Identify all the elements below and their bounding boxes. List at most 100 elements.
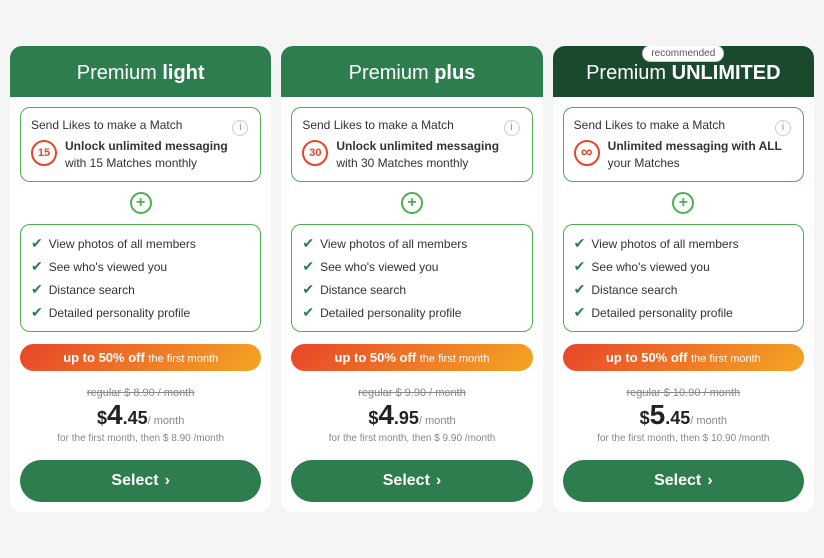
check-icon-plus-3: ✔: [302, 304, 314, 321]
regular-price-unlimited: regular $ 10.90 / month: [563, 387, 804, 399]
feature-text-unlimited: Unlimited messaging with ALL your Matche…: [608, 138, 793, 172]
feature-label-plus-3: Detailed personality profile: [320, 306, 461, 320]
select-button-unlimited[interactable]: Select ›: [563, 460, 804, 502]
top-features-box-plus: Send Likes to make a Match 30 Unlock unl…: [291, 107, 532, 183]
feature-item-unlimited-3: ✔ Detailed personality profile: [574, 304, 793, 321]
plus-circle-light: +: [130, 192, 152, 214]
check-icon-plus-2: ✔: [302, 281, 314, 298]
select-label-plus: Select: [383, 472, 430, 490]
card-body-unlimited: Send Likes to make a Match ∞ Unlimited m…: [553, 97, 814, 513]
select-label-unlimited: Select: [654, 472, 701, 490]
feature-label-plus-0: View photos of all members: [320, 237, 467, 251]
card-title-light: Premium light: [22, 62, 259, 85]
check-icon-plus-1: ✔: [302, 258, 314, 275]
discount-badge-light: up to 50% off the first month: [20, 344, 261, 371]
card-body-light: Send Likes to make a Match 15 Unlock unl…: [10, 97, 271, 513]
main-price-light: $4.45/ month: [20, 399, 261, 431]
per-month-unlimited: / month: [690, 415, 727, 427]
check-icon-unlimited-0: ✔: [574, 235, 586, 252]
chevron-icon-unlimited: ›: [707, 472, 712, 490]
select-label-light: Select: [111, 472, 158, 490]
card-header-light: Premium light: [10, 46, 271, 97]
dollar-sign-light: $: [97, 408, 107, 428]
features-list-plus: ✔ View photos of all members ✔ See who's…: [291, 224, 532, 332]
feature-label-unlimited-2: Distance search: [591, 283, 677, 297]
per-month-plus: / month: [419, 415, 456, 427]
feature-item-unlimited-1: ✔ See who's viewed you: [574, 258, 793, 275]
pricing-section-unlimited: regular $ 10.90 / month $5.45/ month for…: [563, 383, 804, 448]
send-likes-text-plus: Send Likes to make a Match: [302, 118, 521, 132]
check-icon-unlimited-2: ✔: [574, 281, 586, 298]
feature-label-unlimited-0: View photos of all members: [591, 237, 738, 251]
chevron-icon-plus: ›: [436, 472, 441, 490]
send-likes-row-light: Send Likes to make a Match 15 Unlock unl…: [31, 118, 250, 172]
circle-num-plus: 30: [302, 140, 328, 166]
then-price-light: for the first month, then $ 8.90 /month: [20, 433, 261, 444]
plus-divider-plus: +: [291, 192, 532, 214]
dollar-sign-plus: $: [368, 408, 378, 428]
plus-circle-unlimited: +: [672, 192, 694, 214]
feature-item-light-2: ✔ Distance search: [31, 281, 250, 298]
card-title-plus: Premium plus: [293, 62, 530, 85]
dollar-sign-unlimited: $: [640, 408, 650, 428]
feature-label-light-1: See who's viewed you: [49, 260, 167, 274]
feature-label-light-3: Detailed personality profile: [49, 306, 190, 320]
main-price-unlimited: $5.45/ month: [563, 399, 804, 431]
circle-num-light: 15: [31, 140, 57, 166]
info-icon-light[interactable]: i: [232, 120, 248, 136]
feature-label-light-2: Distance search: [49, 283, 135, 297]
feature-item-plus-1: ✔ See who's viewed you: [302, 258, 521, 275]
chevron-icon-light: ›: [165, 472, 170, 490]
send-likes-text-unlimited: Send Likes to make a Match: [574, 118, 793, 132]
features-list-light: ✔ View photos of all members ✔ See who's…: [20, 224, 261, 332]
then-price-unlimited: for the first month, then $ 10.90 /month: [563, 433, 804, 444]
feature-item-light-0: ✔ View photos of all members: [31, 235, 250, 252]
select-button-light[interactable]: Select ›: [20, 460, 261, 502]
card-light: Premium light Send Likes to make a Match…: [10, 46, 271, 513]
recommended-badge: recommended: [642, 46, 724, 62]
check-icon-unlimited-3: ✔: [574, 304, 586, 321]
feature-item-light-3: ✔ Detailed personality profile: [31, 304, 250, 321]
check-icon-light-3: ✔: [31, 304, 43, 321]
card-title-unlimited: Premium UNLIMITED: [565, 62, 802, 85]
check-icon-unlimited-1: ✔: [574, 258, 586, 275]
top-features-box-unlimited: Send Likes to make a Match ∞ Unlimited m…: [563, 107, 804, 183]
card-unlimited: recommended Premium UNLIMITED Send Likes…: [553, 46, 814, 513]
send-likes-text-light: Send Likes to make a Match: [31, 118, 250, 132]
feature-item-plus-0: ✔ View photos of all members: [302, 235, 521, 252]
regular-price-plus: regular $ 9.90 / month: [291, 387, 532, 399]
plus-divider-light: +: [20, 192, 261, 214]
circle-num-unlimited: ∞: [574, 140, 600, 166]
feature-item-plus-3: ✔ Detailed personality profile: [302, 304, 521, 321]
feature-label-light-0: View photos of all members: [49, 237, 196, 251]
then-price-plus: for the first month, then $ 9.90 /month: [291, 433, 532, 444]
discount-badge-plus: up to 50% off the first month: [291, 344, 532, 371]
select-button-plus[interactable]: Select ›: [291, 460, 532, 502]
send-likes-row-plus: Send Likes to make a Match 30 Unlock unl…: [302, 118, 521, 172]
feature-item-unlimited-2: ✔ Distance search: [574, 281, 793, 298]
feature-label-plus-1: See who's viewed you: [320, 260, 438, 274]
check-icon-light-2: ✔: [31, 281, 43, 298]
info-icon-plus[interactable]: i: [504, 120, 520, 136]
feature-text-plus: Unlock unlimited messaging with 30 Match…: [336, 138, 521, 172]
feature-text-light: Unlock unlimited messaging with 15 Match…: [65, 138, 250, 172]
feature-label-unlimited-3: Detailed personality profile: [591, 306, 732, 320]
card-body-plus: Send Likes to make a Match 30 Unlock unl…: [281, 97, 542, 513]
regular-price-light: regular $ 8.90 / month: [20, 387, 261, 399]
card-header-unlimited: recommended Premium UNLIMITED: [553, 46, 814, 97]
feature-label-unlimited-1: See who's viewed you: [591, 260, 709, 274]
feature-label-plus-2: Distance search: [320, 283, 406, 297]
feature-item-light-1: ✔ See who's viewed you: [31, 258, 250, 275]
pricing-section-plus: regular $ 9.90 / month $4.95/ month for …: [291, 383, 532, 448]
per-month-light: / month: [148, 415, 185, 427]
feature-item-unlimited-0: ✔ View photos of all members: [574, 235, 793, 252]
send-likes-row-unlimited: Send Likes to make a Match ∞ Unlimited m…: [574, 118, 793, 172]
info-icon-unlimited[interactable]: i: [775, 120, 791, 136]
pricing-cards-container: Premium light Send Likes to make a Match…: [10, 46, 814, 513]
discount-badge-unlimited: up to 50% off the first month: [563, 344, 804, 371]
plus-divider-unlimited: +: [563, 192, 804, 214]
check-icon-light-1: ✔: [31, 258, 43, 275]
card-plus: Premium plus Send Likes to make a Match …: [281, 46, 542, 513]
feature-item-plus-2: ✔ Distance search: [302, 281, 521, 298]
main-price-plus: $4.95/ month: [291, 399, 532, 431]
